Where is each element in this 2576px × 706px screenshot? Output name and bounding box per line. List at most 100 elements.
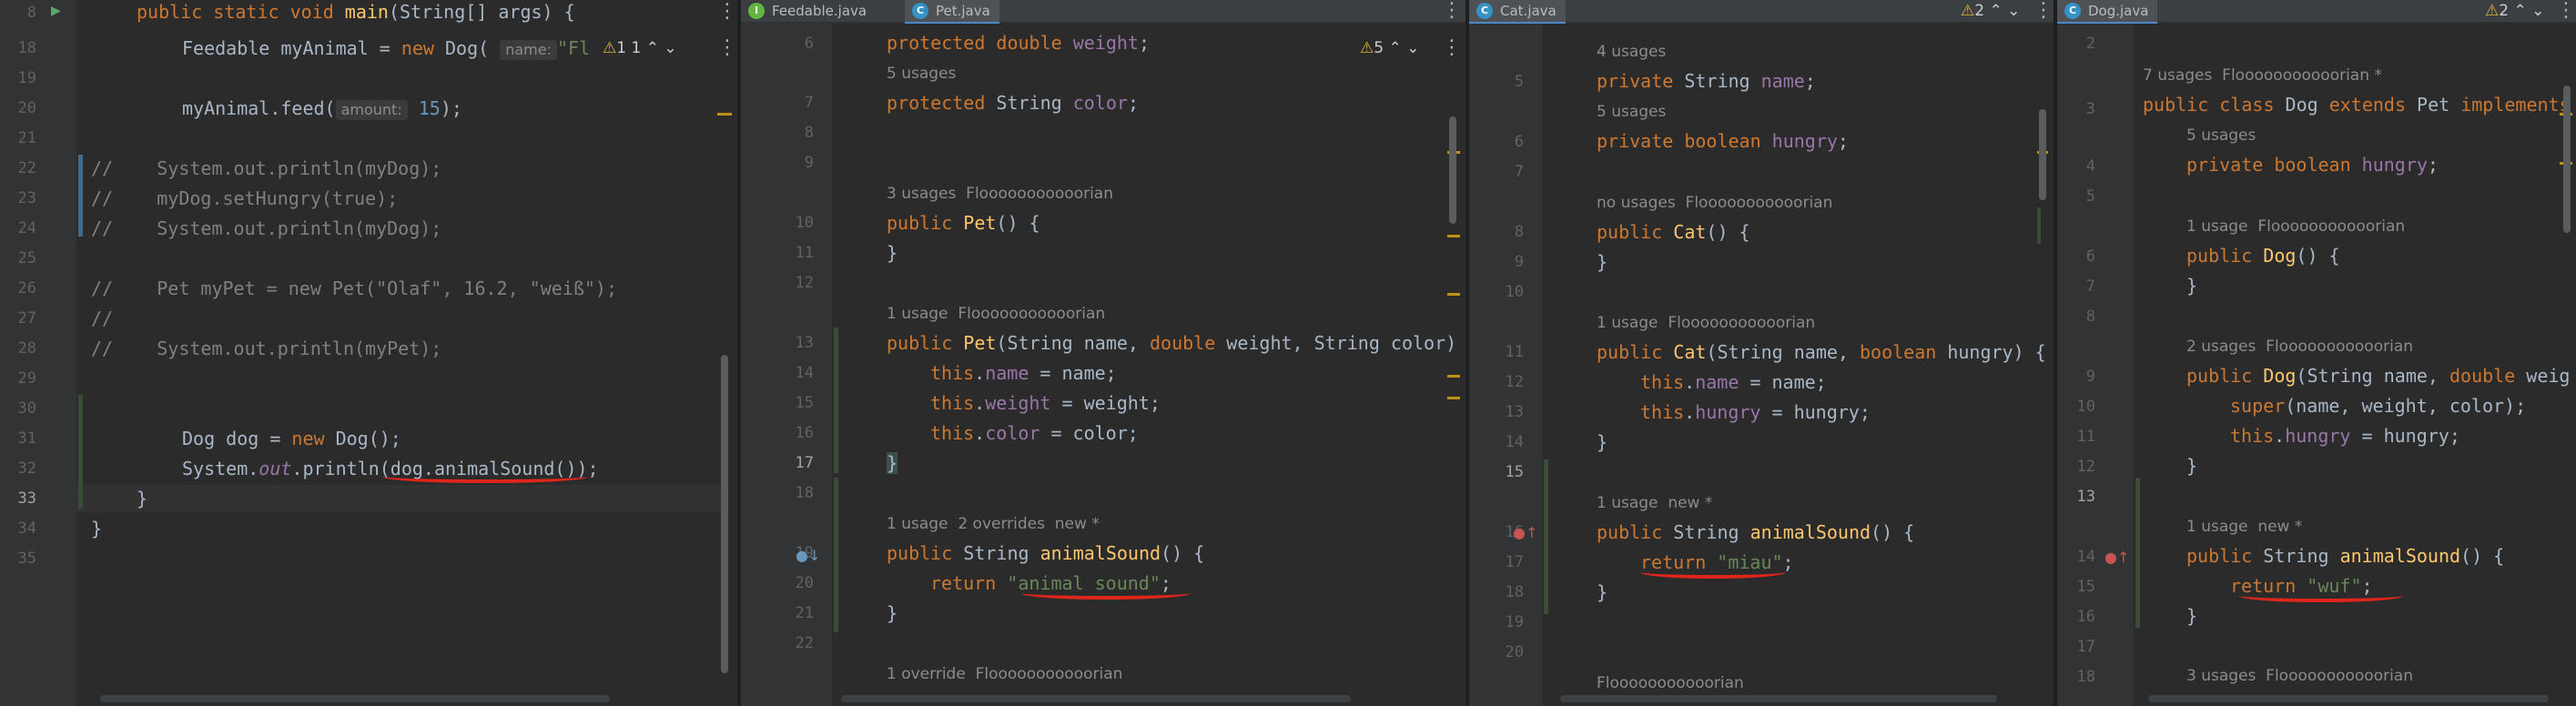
usages-hint[interactable]: 1 usage Flooooooooooorian — [2186, 217, 2405, 237]
tab-cat-java[interactable]: C Cat.java — [1469, 0, 1566, 24]
code-line[interactable]: public Pet(String name, double weight, S… — [887, 331, 1456, 355]
usages-hint[interactable]: 5 usages — [887, 64, 956, 84]
vertical-scrollbar[interactable] — [2039, 109, 2046, 200]
code-line[interactable]: // System.out.println(myDog); — [91, 217, 441, 240]
warnings-indicator[interactable]: ⚠2 ⌃ ⌄ — [2485, 1, 2544, 21]
code-line[interactable]: } — [1597, 250, 1607, 274]
vertical-scrollbar[interactable] — [1449, 116, 1456, 224]
red-underline-annotation — [1640, 566, 1786, 579]
code-line[interactable]: private boolean hungry; — [1597, 129, 1849, 153]
code-line[interactable]: public Cat() { — [1597, 220, 1750, 244]
code-line[interactable]: public String animalSound() { — [1597, 520, 1914, 544]
current-line-highlight — [76, 485, 725, 512]
code-line[interactable]: public class Dog extends Pet implements — [2143, 93, 2571, 116]
code-line[interactable]: this.hungry = hungry; — [2230, 424, 2460, 448]
run-icon[interactable]: ▶ — [51, 4, 61, 18]
code-line[interactable]: // — [91, 307, 113, 330]
implemented-icon[interactable]: ●↑ — [1513, 524, 1537, 542]
red-underline-annotation — [382, 470, 588, 483]
more-options-icon[interactable]: ⋮ — [717, 2, 737, 22]
code-line[interactable]: this.name = name; — [1640, 370, 1827, 394]
more-options-icon[interactable]: ⋮ — [2556, 1, 2576, 21]
horizontal-scrollbar[interactable] — [2148, 695, 2549, 702]
editor-pane-pet[interactable]: I Feedable.java C Pet.java ⋮ ⚠5 ⌃ ⌄ ⋮ 6 7 … — [741, 0, 1465, 706]
code-line[interactable]: } — [2186, 604, 2197, 628]
code-line[interactable]: public Dog(String name, double weig — [2186, 364, 2570, 388]
usages-hint[interactable]: 2 usages Flooooooooooorian — [2186, 337, 2413, 357]
code-line[interactable]: // myDog.setHungry(true); — [91, 187, 398, 210]
tab-dog-java[interactable]: C Dog.java — [2057, 0, 2158, 24]
code-line[interactable]: } — [2186, 274, 2197, 298]
code-line[interactable]: } — [91, 517, 102, 540]
tab-pet-java[interactable]: C Pet.java — [905, 0, 999, 24]
horizontal-scrollbar[interactable] — [100, 695, 610, 702]
more-options-icon[interactable]: ⋮ — [2033, 1, 2054, 21]
implemented-icon[interactable]: ●↑ — [2104, 549, 2129, 567]
code-line[interactable]: public String animalSound() { — [2186, 544, 2504, 568]
parameter-hint: amount: — [335, 100, 408, 120]
tab-feedable-java[interactable]: I Feedable.java — [741, 0, 876, 22]
code-line[interactable]: } — [887, 241, 898, 265]
code-line[interactable]: public Pet() { — [887, 211, 1040, 235]
code-line[interactable]: Dog dog = new Dog(); — [182, 427, 401, 450]
line-number: 11 — [795, 244, 814, 262]
code-line[interactable]: public Dog() { — [2186, 244, 2340, 267]
tab-bar: C Cat.java ⚠2 ⌃ ⌄ ⋮ — [1469, 0, 2054, 24]
code-line[interactable]: this.name = name; — [930, 361, 1117, 385]
usages-hint[interactable]: 3 usages Flooooooooooorian — [2186, 666, 2413, 686]
editor-pane-cat[interactable]: C Cat.java ⚠2 ⌃ ⌄ ⋮ 5 6 7 8 9 10 11 12 13… — [1469, 0, 2054, 706]
line-number: 30 — [17, 399, 36, 418]
line-number: 12 — [1505, 373, 1524, 391]
code-line[interactable]: } — [1597, 580, 1607, 604]
more-options-icon[interactable]: ⋮ — [1442, 1, 1462, 21]
usages-hint[interactable]: Flooooooooooorian — [1597, 673, 1744, 693]
code-line[interactable]: } — [887, 601, 898, 625]
code-line[interactable]: private boolean hungry; — [2186, 153, 2439, 176]
code-line[interactable]: } — [2186, 454, 2197, 478]
usages-hint[interactable]: 1 override Flooooooooooorian — [887, 664, 1122, 684]
warnings-indicator[interactable]: ⚠5 ⌃ ⌄ — [1360, 38, 1419, 58]
more-options-icon[interactable]: ⋮ — [717, 38, 737, 58]
code-line[interactable]: // System.out.println(myDog); — [91, 156, 441, 180]
usages-hint[interactable]: 1 usage Flooooooooooorian — [1597, 313, 1815, 333]
code-line[interactable]: } — [887, 451, 898, 475]
vertical-scrollbar[interactable] — [2563, 86, 2571, 233]
usages-hint[interactable]: 5 usages — [2186, 126, 2256, 146]
warnings-indicator[interactable]: ⚠2 ⌃ ⌄ — [1961, 1, 2020, 21]
vertical-scrollbar[interactable] — [721, 355, 728, 673]
usages-hint[interactable]: 1 usage 2 overrides new * — [887, 514, 1100, 534]
code-line[interactable]: Feedable myAnimal = new Dog( name: "Fl — [182, 36, 590, 60]
horizontal-scrollbar[interactable] — [841, 695, 1351, 702]
code-line[interactable]: this.color = color; — [930, 421, 1139, 445]
usages-hint[interactable]: no usages Flooooooooooorian — [1597, 193, 1832, 213]
code-line[interactable]: this.weight = weight; — [930, 391, 1161, 415]
code-line[interactable]: super(name, weight, color); — [2230, 394, 2526, 418]
code-line[interactable]: private String name; — [1597, 69, 1816, 93]
code-line[interactable]: } — [137, 487, 147, 510]
code-line[interactable]: this.hungry = hungry; — [1640, 400, 1871, 424]
code-line[interactable]: protected String color; — [887, 91, 1139, 115]
override-icon[interactable]: ●↓ — [796, 547, 820, 565]
horizontal-scrollbar[interactable] — [1560, 695, 1997, 702]
line-number: 15 — [795, 394, 814, 412]
usages-hint[interactable]: 7 usages Flooooooooooorian * — [2143, 66, 2382, 86]
code-line[interactable]: // Pet myPet = new Pet("Olaf", 16.2, "we… — [91, 277, 617, 300]
usages-hint[interactable]: 1 usage Flooooooooooorian — [887, 304, 1105, 324]
warnings-indicator[interactable]: ⚠1 1 ⌃ ⌄ — [603, 38, 677, 58]
editor-pane-dog[interactable]: C Dog.java ⚠2 ⌃ ⌄ ⋮ 2 3 4 5 6 7 8 9 10 11… — [2057, 0, 2576, 706]
code-line[interactable]: public static void main(String[] args) { — [137, 0, 575, 24]
code-line[interactable]: public String animalSound() { — [887, 541, 1204, 565]
usages-hint[interactable]: 1 usage new * — [1597, 493, 1712, 513]
usages-hint[interactable]: 3 usages Flooooooooooorian — [887, 184, 1113, 204]
code-line[interactable]: myAnimal.feed(amount: 15); — [182, 96, 462, 120]
code-line[interactable]: // System.out.println(myPet); — [91, 337, 441, 360]
line-number: 17 — [795, 454, 814, 472]
more-options-icon[interactable]: ⋮ — [1442, 38, 1462, 58]
code-line[interactable]: public Cat(String name, boolean hungry) … — [1597, 340, 2046, 364]
code-line[interactable]: protected double weight; — [887, 31, 1150, 55]
editor-pane-main[interactable]: ▶ 8 18 19 20 21 22 23 24 25 26 27 28 29 … — [0, 0, 737, 706]
usages-hint[interactable]: 4 usages — [1597, 42, 1666, 62]
code-line[interactable]: } — [1597, 430, 1607, 454]
usages-hint[interactable]: 5 usages — [1597, 102, 1666, 122]
usages-hint[interactable]: 1 usage new * — [2186, 517, 2302, 537]
